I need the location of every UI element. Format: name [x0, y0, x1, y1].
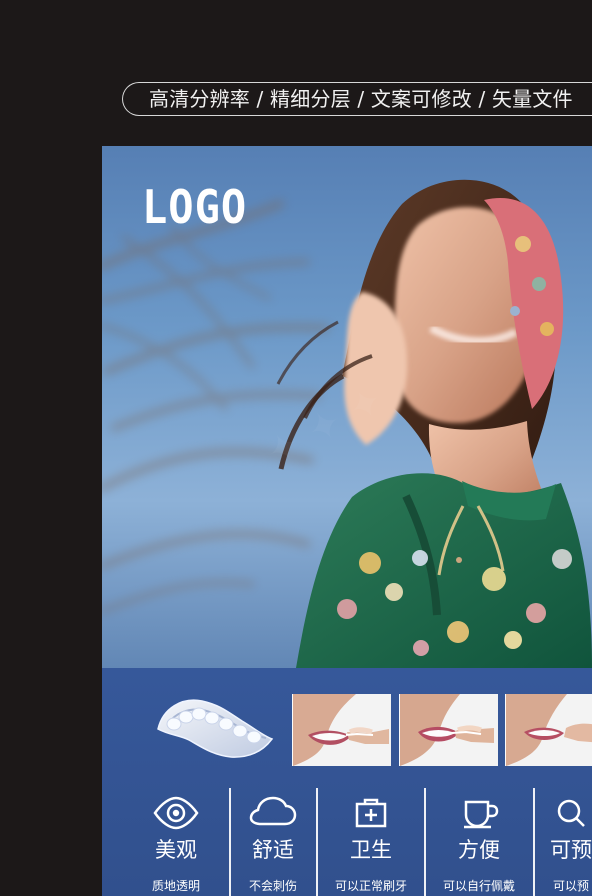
product-strip: 美观 质地透明 舒适 不会刺伤 卫生 可以正常刷牙 方便 可以自行佩戴 可预 可… — [102, 668, 592, 896]
feature-title: 美观 — [155, 838, 197, 862]
feature-title: 卫生 — [350, 838, 392, 862]
feature-subtitle: 可以正常刷牙 — [334, 879, 407, 893]
feature-subtitle: 可以自行佩戴 — [442, 879, 515, 893]
feature-subtitle: 不会刺伤 — [248, 879, 297, 893]
smile-image-1 — [292, 694, 391, 766]
features-row: 美观 质地透明 舒适 不会刺伤 卫生 可以正常刷牙 方便 可以自行佩戴 可预 可… — [102, 788, 592, 896]
smile-image-3 — [505, 694, 592, 766]
feature-title: 舒适 — [252, 838, 294, 862]
cup-icon — [464, 800, 499, 829]
logo-text: LOGO — [142, 180, 248, 234]
search-icon — [557, 799, 585, 827]
feature-subtitle: 质地透明 — [151, 879, 200, 893]
feature-title: 方便 — [458, 838, 500, 862]
feature-comfort: 舒适 不会刺伤 — [232, 788, 314, 896]
feature-divider — [533, 788, 535, 896]
feature-divider — [316, 788, 318, 896]
feature-beauty: 美观 质地透明 — [132, 788, 220, 896]
top-banner-text: 高清分辨率 / 精细分层 / 文案可修改 / 矢量文件 — [149, 87, 573, 111]
feature-title: 可预 — [550, 838, 592, 862]
medical-kit-icon — [355, 798, 387, 828]
feature-divider — [229, 788, 231, 896]
feature-convenience: 方便 可以自行佩戴 — [428, 788, 530, 896]
smile-image-2 — [399, 694, 498, 766]
feature-subtitle: 可以预 — [552, 879, 589, 893]
aligner-image — [157, 699, 274, 758]
cloud-icon — [249, 796, 297, 826]
top-banner: 高清分辨率 / 精细分层 / 文案可修改 / 矢量文件 — [122, 82, 592, 116]
hero-image: LOGO ✦ ✦ ✦ — [102, 146, 592, 668]
feature-hygiene: 卫生 可以正常刷牙 — [322, 788, 420, 896]
eye-icon — [153, 796, 199, 830]
feature-divider — [424, 788, 426, 896]
poster-card: LOGO ✦ ✦ ✦ — [102, 146, 592, 896]
ad-poster-canvas: 高清分辨率 / 精细分层 / 文案可修改 / 矢量文件 LOGO 美观 质地透明… — [0, 0, 592, 896]
feature-predictable: 可预 可以预 — [540, 788, 592, 896]
